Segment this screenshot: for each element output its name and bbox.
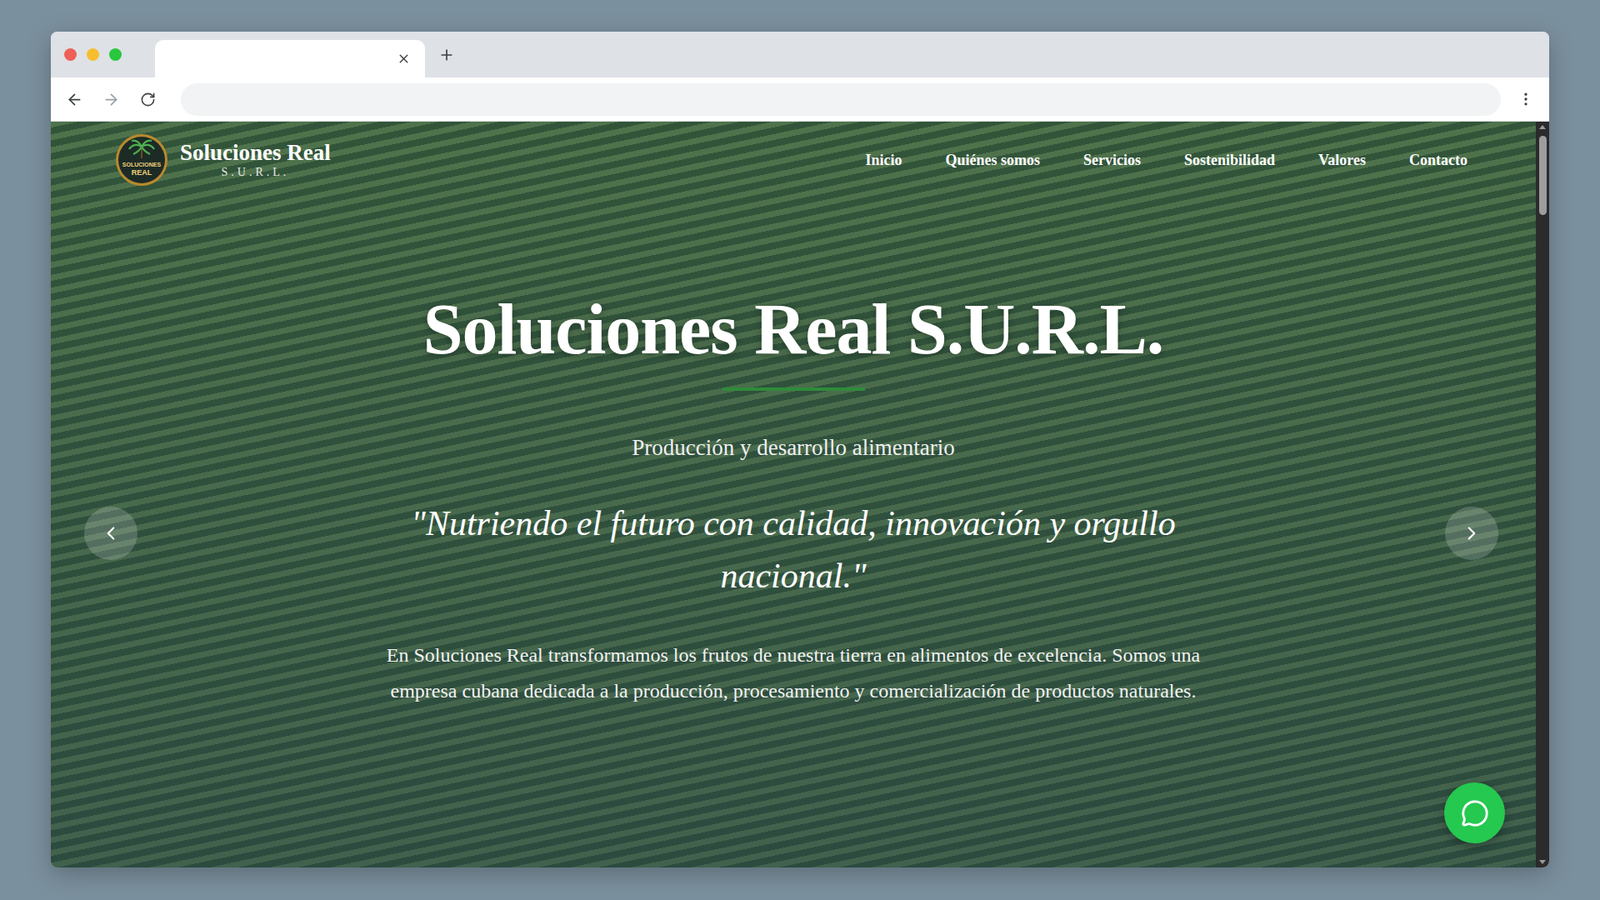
reload-icon[interactable]: [135, 87, 160, 111]
menu-icon[interactable]: [1514, 87, 1538, 111]
scroll-track[interactable]: [1535, 129, 1550, 860]
address-bar[interactable]: [180, 83, 1501, 116]
nav-item[interactable]: Servicios: [1083, 151, 1141, 170]
scroll-thumb[interactable]: [1539, 135, 1547, 215]
title-underline: [722, 387, 865, 391]
close-window-button[interactable]: [64, 48, 77, 61]
hero-section: SOLUCIONESREAL Soluciones RealS.U.R.L. Ini…: [50, 121, 1536, 868]
main-nav: Inicio Quiénes somos Servicios Sostenibilid…: [865, 151, 1468, 170]
browser-tab[interactable]: [155, 40, 425, 78]
chevron-left-icon: [100, 522, 122, 545]
hero-content: Soluciones Real S.U.R.L. Producción y des…: [50, 198, 1536, 710]
prev-slide-button[interactable]: [84, 506, 138, 560]
nav-item[interactable]: Inicio: [865, 151, 902, 170]
scroll-up-icon[interactable]: [1539, 125, 1546, 130]
toolbar: [50, 77, 1550, 122]
chat-bubble-icon: [1460, 799, 1490, 828]
close-tab-icon[interactable]: [391, 47, 415, 71]
scrollbar[interactable]: [1535, 121, 1550, 868]
brand[interactable]: SOLUCIONESREAL Soluciones RealS.U.R.L.: [115, 133, 331, 187]
brand-text: Soluciones RealS.U.R.L.: [180, 140, 331, 180]
svg-text:REAL: REAL: [131, 168, 153, 177]
new-tab-icon[interactable]: [435, 43, 459, 67]
logo-icon: SOLUCIONESREAL: [115, 133, 169, 187]
minimize-window-button[interactable]: [86, 48, 100, 61]
window-controls: [64, 48, 122, 61]
nav-item[interactable]: Quiénes somos: [945, 151, 1040, 170]
brand-name: Soluciones Real: [180, 140, 331, 166]
brand-suffix: S.U.R.L.: [220, 165, 290, 180]
forward-icon[interactable]: [99, 87, 123, 111]
hero-body: En Soluciones Real transformamos los fru…: [380, 637, 1206, 710]
site-header: SOLUCIONESREAL Soluciones RealS.U.R.L. Ini…: [50, 121, 1536, 199]
scroll-down-icon[interactable]: [1539, 860, 1546, 865]
chevron-right-icon: [1460, 522, 1483, 545]
maximize-window-button[interactable]: [109, 48, 122, 61]
nav-item[interactable]: Sostenibilidad: [1184, 151, 1275, 170]
hero-subtitle: Producción y desarrollo alimentario: [631, 433, 955, 463]
hero-quote: "Nutriendo el futuro con calidad, innova…: [393, 497, 1194, 603]
hero-title: Soluciones Real S.U.R.L.: [423, 290, 1165, 370]
back-icon[interactable]: [62, 87, 86, 111]
nav-item[interactable]: Contacto: [1409, 151, 1468, 170]
svg-text:SOLUCIONES: SOLUCIONES: [122, 161, 162, 168]
chat-button[interactable]: [1444, 782, 1505, 844]
next-slide-button[interactable]: [1445, 506, 1499, 560]
browser-window: SOLUCIONESREAL Soluciones RealS.U.R.L. Ini…: [50, 31, 1550, 868]
page-viewport: SOLUCIONESREAL Soluciones RealS.U.R.L. Ini…: [50, 121, 1550, 868]
tab-bar: [50, 31, 1550, 78]
nav-item[interactable]: Valores: [1318, 151, 1366, 170]
